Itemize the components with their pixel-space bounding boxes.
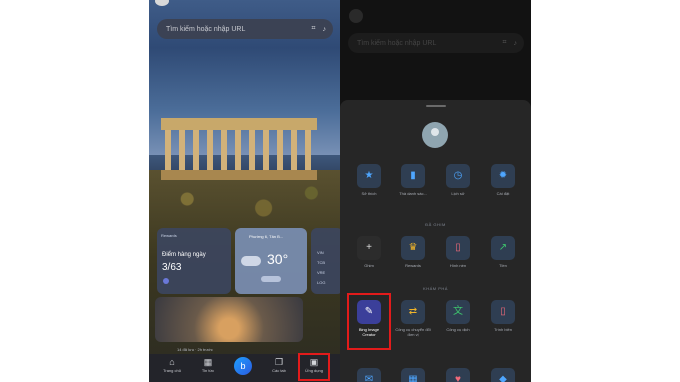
bookmark-icon: ▮: [401, 164, 425, 188]
tile-reading-list[interactable]: ▮ Thả danh sác...: [391, 164, 435, 196]
nav-home[interactable]: ⌂ Trang chủ: [160, 356, 184, 380]
grid-icon: ▦: [401, 368, 425, 382]
nav-news-label: Tin tức: [201, 368, 215, 373]
drag-handle[interactable]: [426, 105, 446, 107]
tile-translator[interactable]: 文 Công cụ dịch: [436, 300, 480, 332]
apps-menu-screen: Tìm kiếm hoặc nhập URL ⌗ ♪ ★ Sở thích ▮ …: [340, 0, 531, 382]
mic-icon[interactable]: ♪: [323, 26, 327, 33]
avatar: [349, 9, 363, 23]
tile-wallpaper-label: Hình nền: [449, 263, 467, 268]
tile-settings[interactable]: ✹ Cài đặt: [481, 164, 525, 196]
nav-bing[interactable]: b: [231, 356, 255, 380]
search-bar[interactable]: Tìm kiếm hoặc nhập URL ⌗ ♪: [157, 19, 333, 39]
stock-symbol-1: TCB: [317, 260, 325, 265]
apps-bottom-sheet: ★ Sở thích ▮ Thả danh sác... ◷ Lịch sử ✹…: [340, 100, 531, 382]
nav-home-label: Trang chủ: [163, 368, 181, 373]
tile-translator-label: Công cụ dịch: [446, 327, 470, 332]
game-icon: ◆: [491, 368, 515, 382]
rewards-card[interactable]: Rewards Điểm hàng ngày 3/63: [157, 228, 231, 294]
trophy-icon: ♛: [401, 236, 425, 260]
scan-icon: ⌗: [502, 39, 507, 46]
tile-more-4[interactable]: ◆: [481, 368, 525, 382]
tile-unit-converter-label: Công cụ chuyển đổi đơn vị: [395, 327, 431, 337]
search-placeholder: Tìm kiếm hoặc nhập URL: [166, 25, 246, 33]
cloud-icon: [241, 256, 261, 266]
tile-phone[interactable]: ▯ Trình biên: [481, 300, 525, 332]
tile-history-label: Lịch sử: [451, 191, 465, 196]
tile-history[interactable]: ◷ Lịch sử: [436, 164, 480, 196]
stocks-card[interactable]: VIN TCB VRE LOG: [311, 228, 340, 294]
tile-settings-label: Cài đặt: [496, 191, 510, 196]
scan-icon[interactable]: ⌗: [312, 25, 316, 33]
tile-more-1[interactable]: ✉: [347, 368, 391, 382]
chart-icon: ↗: [491, 236, 515, 260]
section-explore: KHÁM PHÁ: [423, 286, 448, 291]
tile-pin[interactable]: + Ghim: [347, 236, 391, 268]
tabs-icon: ❐: [274, 357, 284, 367]
tile-more-3[interactable]: ♥: [436, 368, 480, 382]
section-pinned: ĐÃ GHIM: [425, 222, 446, 227]
tile-unit-converter[interactable]: ⇄ Công cụ chuyển đổi đơn vị: [391, 300, 435, 337]
translate-icon: 文: [446, 300, 470, 324]
mail-icon: ✉: [357, 368, 381, 382]
plus-icon: +: [357, 236, 381, 260]
profile-avatar[interactable]: [422, 122, 448, 148]
tile-pin-label: Ghim: [364, 263, 374, 268]
stock-symbol-2: VRE: [317, 270, 326, 275]
tile-money[interactable]: ↗ Tiền: [481, 236, 525, 268]
rewards-badge-icon: [163, 278, 169, 284]
tile-wallpaper[interactable]: ▯ Hình nền: [436, 236, 480, 268]
nav-news[interactable]: ▦ Tin tức: [196, 356, 220, 380]
tile-money-label: Tiền: [499, 263, 507, 268]
star-icon: ★: [357, 164, 381, 188]
bing-image-creator-highlight-box: [347, 293, 391, 350]
rewards-title: Rewards: [161, 233, 177, 238]
tile-rewards[interactable]: ♛ Rewards: [391, 236, 435, 268]
flowers-foreground: [149, 175, 340, 235]
settings-icon: ✹: [491, 164, 515, 188]
news-icon: ▦: [203, 357, 213, 367]
stock-symbol-0: VIN: [317, 250, 324, 255]
tile-reading-list-label: Thả danh sác...: [399, 191, 427, 196]
nav-tabs-label: Các tab: [272, 368, 286, 373]
stock-symbol-3: LOG: [317, 280, 326, 285]
news-card[interactable]: [155, 297, 303, 342]
temple-image: [161, 118, 317, 180]
phone-icon: ▯: [491, 300, 515, 324]
tile-more-2[interactable]: ▦: [391, 368, 435, 382]
weather-temp: 30°: [267, 251, 289, 267]
news-meta: 14 đã lưu · 2h trước: [177, 347, 213, 352]
mic-icon: ♪: [513, 39, 518, 47]
tile-phone-label: Trình biên: [494, 327, 512, 332]
bing-icon: b: [234, 357, 252, 375]
history-icon: ◷: [446, 164, 470, 188]
converter-icon: ⇄: [401, 300, 425, 324]
weather-card[interactable]: Phường 6, Tân B... 30°: [235, 228, 307, 294]
apps-highlight-box: [298, 353, 330, 381]
heart-icon: ♥: [446, 368, 470, 382]
nav-tabs[interactable]: ❐ Các tab: [267, 356, 291, 380]
weather-forecast-bar: [261, 276, 281, 282]
tile-favorites-label: Sở thích: [361, 191, 377, 196]
browser-home-screen: Tìm kiếm hoặc nhập URL ⌗ ♪ Rewards Điểm …: [149, 0, 340, 382]
wallpaper-icon: ▯: [446, 236, 470, 260]
tile-rewards-label: Rewards: [405, 263, 421, 268]
rewards-label: Điểm hàng ngày: [162, 252, 206, 258]
tile-favorites[interactable]: ★ Sở thích: [347, 164, 391, 196]
home-icon: ⌂: [169, 357, 175, 367]
search-placeholder: Tìm kiếm hoặc nhập URL: [357, 39, 437, 47]
search-bar-dimmed: Tìm kiếm hoặc nhập URL ⌗ ♪: [348, 33, 524, 53]
weather-location: Phường 6, Tân B...: [249, 234, 284, 239]
rewards-value: 3/63: [162, 262, 182, 273]
